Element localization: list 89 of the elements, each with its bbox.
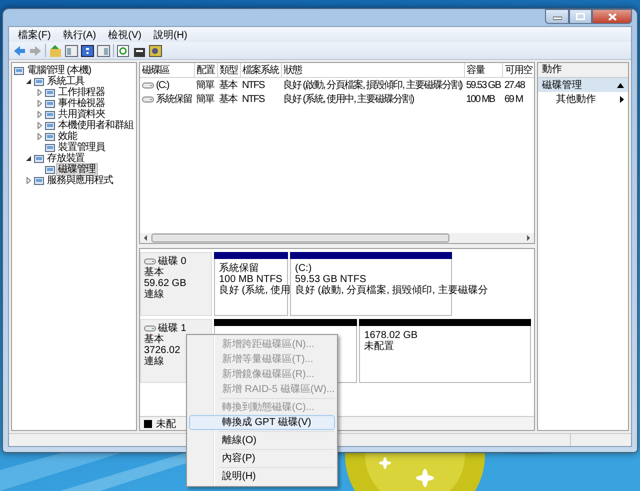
table-cell: NTFS xyxy=(242,80,264,90)
drive-icon xyxy=(144,258,156,265)
menu-item[interactable]: 說明(H) xyxy=(148,28,192,42)
expand-arrow-icon[interactable] xyxy=(36,122,43,129)
disk-name: 磁碟 1 xyxy=(158,323,186,334)
expand-arrow-icon[interactable] xyxy=(36,133,43,140)
drive-icon xyxy=(142,96,154,102)
tree-item[interactable]: 本機使用者和群組 xyxy=(57,120,134,131)
table-cell: 基本 xyxy=(219,80,237,91)
tree-item[interactable]: 電腦管理 (本機) xyxy=(26,65,92,76)
disk-type: 基本 xyxy=(144,334,164,345)
expand-arrow-icon[interactable] xyxy=(25,177,32,184)
tree-item[interactable]: 裝置管理員 xyxy=(57,142,106,153)
menu-item[interactable]: 檔案(F) xyxy=(13,28,56,42)
table-cell: 簡單 xyxy=(196,80,214,91)
tree-item[interactable]: 磁碟管理 xyxy=(57,164,97,175)
drive-icon xyxy=(144,325,156,332)
table-cell: (C:) xyxy=(156,80,169,90)
refresh-icon[interactable] xyxy=(117,44,130,56)
panel-icon[interactable] xyxy=(97,44,110,56)
context-menu-item[interactable]: 轉換成 GPT 磁碟(V) xyxy=(189,415,335,430)
collapse-arrow-icon[interactable] xyxy=(25,155,32,162)
tree-item[interactable]: 效能 xyxy=(57,131,78,142)
pane-title: 動作 xyxy=(538,63,628,78)
legend-swatch xyxy=(144,420,152,428)
tree-item[interactable]: 系統工具 xyxy=(46,76,86,87)
collapse-icon[interactable] xyxy=(617,82,624,88)
column-header[interactable]: 可用空 xyxy=(502,63,534,78)
maximize-icon xyxy=(576,13,585,20)
expand-arrow-icon[interactable] xyxy=(36,111,43,118)
menu-item[interactable]: 檢視(V) xyxy=(103,28,146,42)
table-cell: 良好 (啟動, 分頁檔案, 損毀傾印, 主要磁碟分割) xyxy=(283,80,462,91)
tree-item[interactable]: 事件檢視器 xyxy=(57,98,106,109)
submenu-arrow-icon xyxy=(620,96,624,102)
disk-size: 59.62 GB xyxy=(144,278,186,289)
table-cell: NTFS xyxy=(242,94,264,104)
tree-item[interactable]: 工作排程器 xyxy=(57,87,106,98)
legend-label: 未配 xyxy=(156,418,176,430)
column-header[interactable]: 檔案系統 xyxy=(240,63,281,78)
panel-icon[interactable] xyxy=(65,44,78,56)
disk-type: 基本 xyxy=(144,267,164,278)
section-header[interactable]: 磁碟管理 xyxy=(538,78,628,92)
table-cell: 簡單 xyxy=(196,94,214,105)
tree-item[interactable]: 存放裝置 xyxy=(46,153,86,164)
table-cell-text: 系統保留 xyxy=(156,92,192,106)
table-cell: 基本 xyxy=(219,94,237,105)
table-cell: 59.53 GB xyxy=(466,80,500,90)
context-menu-item[interactable]: 離線(O) xyxy=(189,433,335,448)
expand-arrow-icon[interactable] xyxy=(36,89,43,96)
tree-item[interactable]: 服務與應用程式 xyxy=(46,175,114,186)
context-menu-item[interactable]: 說明(H) xyxy=(189,469,335,484)
column-header[interactable]: 容量 xyxy=(464,63,502,78)
column-header[interactable]: 類型 xyxy=(217,63,240,78)
disk-name: 磁碟 0 xyxy=(158,256,186,267)
menu-item[interactable]: 執行(A) xyxy=(58,28,102,42)
disk-size: 3726.02 xyxy=(144,345,180,356)
partition-text: 良好 (啟動, 分頁檔案, 損毀傾印, 主要磁碟分 xyxy=(295,285,488,296)
maximize-button[interactable] xyxy=(569,9,592,24)
close-button[interactable] xyxy=(592,9,632,24)
help-icon[interactable] xyxy=(81,44,94,56)
folder-up-icon[interactable] xyxy=(49,44,62,56)
scrollbar[interactable] xyxy=(140,233,534,243)
column-header[interactable]: 配置 xyxy=(194,63,217,78)
table-cell: 良好 (系統, 使用中, 主要磁碟分割) xyxy=(283,94,414,105)
partition-text: 未配置 xyxy=(364,341,394,352)
context-menu-item[interactable]: 內容(P) xyxy=(189,451,335,466)
table-cell: 27.48 xyxy=(504,80,524,90)
table-cell: 69 M xyxy=(504,94,523,104)
disk-status: 連線 xyxy=(144,356,164,367)
disk-status: 連線 xyxy=(144,289,164,300)
partition-text: (C:) xyxy=(295,263,312,274)
tree-item[interactable]: 共用資料夾 xyxy=(57,109,106,120)
partition-text: 1678.02 GB xyxy=(364,330,418,341)
action-link[interactable]: 其他動作 xyxy=(556,92,596,106)
column-header[interactable]: 狀態 xyxy=(281,63,464,78)
column-header[interactable]: 磁碟區 xyxy=(140,63,194,78)
partition-text: 系統保留 xyxy=(219,263,259,274)
minimize-button[interactable] xyxy=(545,9,569,24)
partition-text: 良好 (系統, 使用 xyxy=(219,285,291,296)
expand-arrow-icon[interactable] xyxy=(36,100,43,107)
partition-text: 59.53 GB NTFS xyxy=(295,274,366,285)
back-arrow-icon[interactable] xyxy=(13,44,26,56)
image-icon[interactable] xyxy=(149,44,162,56)
close-icon xyxy=(608,12,616,20)
collapse-arrow-icon[interactable] xyxy=(25,78,32,85)
drive-icon xyxy=(142,82,154,88)
section-title: 磁碟管理 xyxy=(542,78,582,92)
table-cell: 100 MB xyxy=(466,94,495,104)
partition-text: 100 MB NTFS xyxy=(219,274,282,285)
